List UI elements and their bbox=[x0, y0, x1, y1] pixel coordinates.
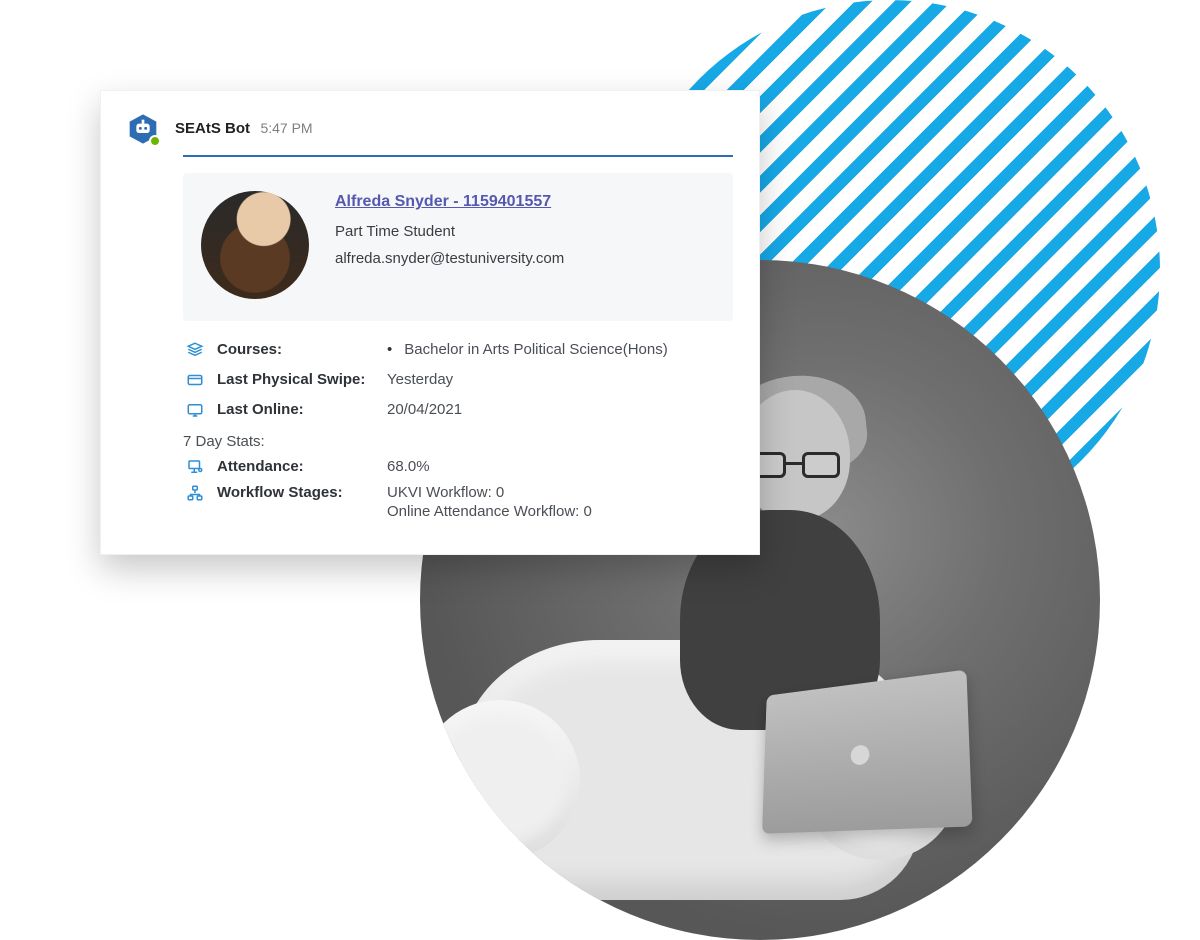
row-last-swipe: Last Physical Swipe: Yesterday bbox=[183, 365, 733, 395]
bot-name: SEAtS Bot bbox=[175, 120, 250, 137]
last-swipe-label: Last Physical Swipe: bbox=[217, 371, 377, 388]
last-online-value: 20/04/2021 bbox=[387, 401, 733, 418]
last-online-label: Last Online: bbox=[217, 401, 377, 418]
attendance-label: Attendance: bbox=[217, 458, 377, 475]
student-photo bbox=[201, 191, 309, 299]
student-fields: Courses: Bachelor in Arts Political Scie… bbox=[183, 335, 733, 524]
student-email: alfreda.snyder@testuniversity.com bbox=[335, 250, 564, 267]
courses-icon bbox=[183, 341, 207, 359]
bot-message-card: SEAtS Bot 5:47 PM Alfreda Snyder - 11594… bbox=[100, 90, 760, 555]
workflow-icon bbox=[183, 484, 207, 502]
courses-label: Courses: bbox=[217, 341, 377, 358]
row-workflow: Workflow Stages: UKVI Workflow: 0 Online… bbox=[183, 480, 733, 524]
last-swipe-value: Yesterday bbox=[387, 371, 733, 388]
card-swipe-icon bbox=[183, 371, 207, 389]
workflow-line-1: UKVI Workflow: 0 bbox=[387, 484, 733, 501]
attendance-icon bbox=[183, 458, 207, 476]
student-role: Part Time Student bbox=[335, 223, 564, 240]
student-name-link[interactable]: Alfreda Snyder - 1159401557 bbox=[335, 193, 551, 210]
message-sender: SEAtS Bot 5:47 PM bbox=[175, 120, 313, 138]
row-attendance: Attendance: 68.0% bbox=[183, 454, 733, 480]
stats-heading: 7 Day Stats: bbox=[183, 433, 733, 450]
message-header: SEAtS Bot 5:47 PM bbox=[127, 113, 733, 145]
message-time: 5:47 PM bbox=[260, 120, 312, 136]
row-last-online: Last Online: 20/04/2021 bbox=[183, 395, 733, 425]
row-courses: Courses: Bachelor in Arts Political Scie… bbox=[183, 335, 733, 365]
workflow-line-2: Online Attendance Workflow: 0 bbox=[387, 503, 733, 520]
attendance-value: 68.0% bbox=[387, 458, 733, 475]
workflow-values: UKVI Workflow: 0 Online Attendance Workf… bbox=[387, 484, 733, 520]
courses-value: Bachelor in Arts Political Science(Hons) bbox=[387, 341, 733, 358]
header-divider bbox=[183, 155, 733, 157]
presence-available-icon bbox=[149, 135, 161, 147]
illustration-laptop bbox=[762, 670, 972, 834]
bot-avatar bbox=[127, 113, 159, 145]
student-profile-block: Alfreda Snyder - 1159401557 Part Time St… bbox=[183, 173, 733, 321]
workflow-label: Workflow Stages: bbox=[217, 484, 377, 501]
monitor-icon bbox=[183, 401, 207, 419]
